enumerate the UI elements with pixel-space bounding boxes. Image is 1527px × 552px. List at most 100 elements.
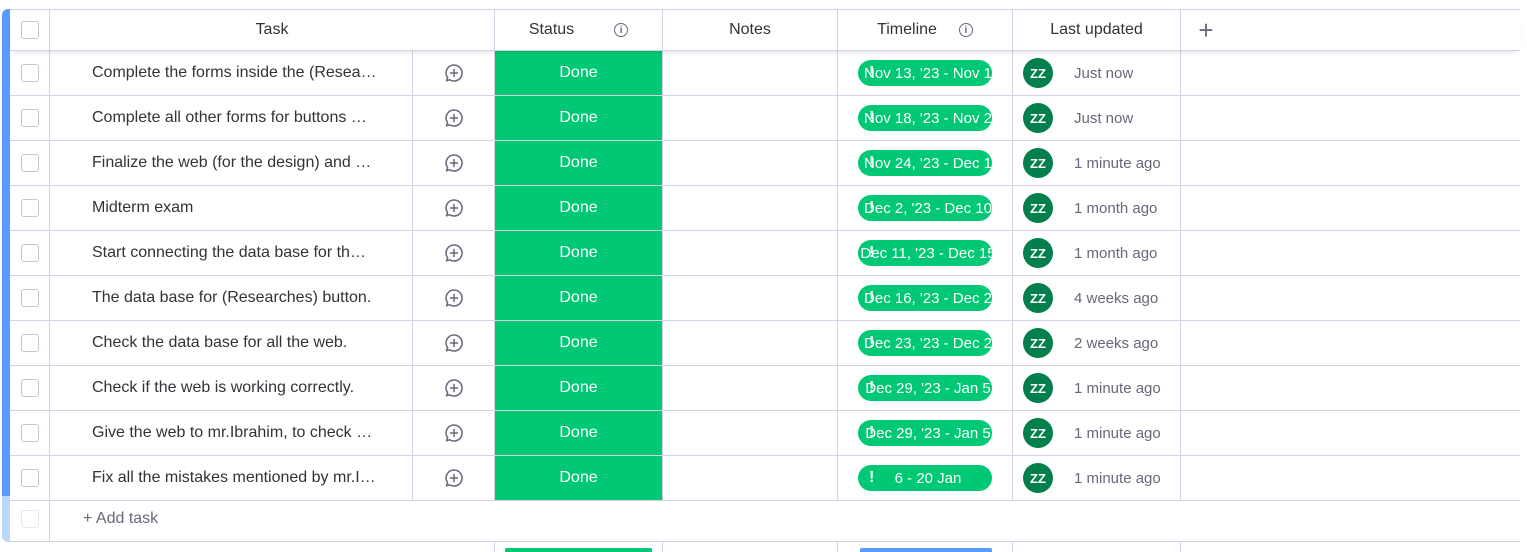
avatar[interactable]: ZZ — [1023, 373, 1053, 403]
row-checkbox[interactable] — [20, 289, 39, 307]
add-update-icon[interactable] — [444, 153, 464, 173]
conversation-cell[interactable] — [413, 141, 495, 185]
status-cell[interactable]: Done — [495, 231, 663, 275]
conversation-cell[interactable] — [413, 276, 495, 320]
status-cell[interactable]: Done — [495, 321, 663, 365]
status-cell[interactable]: Done — [495, 186, 663, 230]
timeline-summary-bar[interactable] — [860, 548, 992, 552]
table-row[interactable]: Check the data base for all the web. Done… — [10, 321, 1520, 366]
select-all-checkbox[interactable] — [20, 21, 39, 39]
add-update-icon[interactable] — [444, 468, 464, 488]
conversation-cell[interactable] — [413, 231, 495, 275]
timeline-cell[interactable]: ! Nov 24, '23 - Dec 1 — [838, 141, 1013, 185]
task-cell[interactable]: Give the web to mr.Ibrahim, to check … — [50, 411, 413, 455]
task-cell[interactable]: Complete the forms inside the (Resea… — [50, 51, 413, 95]
avatar[interactable]: ZZ — [1023, 463, 1053, 493]
column-header-last-updated[interactable]: Last updated — [1013, 10, 1181, 50]
column-header-status[interactable]: Status i — [495, 10, 663, 50]
notes-cell[interactable] — [663, 231, 838, 275]
row-checkbox[interactable] — [20, 379, 39, 397]
task-cell[interactable]: Fix all the mistakes mentioned by mr.I… — [50, 456, 413, 500]
timeline-pill[interactable]: ! Nov 13, '23 - Nov 1 — [858, 60, 992, 86]
add-column-button[interactable]: + — [1181, 10, 1231, 50]
timeline-cell[interactable]: ! Dec 16, '23 - Dec 2 — [838, 276, 1013, 320]
info-icon[interactable]: i — [958, 23, 973, 37]
notes-cell[interactable] — [663, 96, 838, 140]
add-task-button[interactable]: + Add task — [83, 496, 158, 541]
timeline-cell[interactable]: ! Nov 13, '23 - Nov 1 — [838, 51, 1013, 95]
avatar[interactable]: ZZ — [1023, 328, 1053, 358]
timeline-pill[interactable]: ! Dec 23, '23 - Dec 2 — [858, 330, 992, 356]
notes-cell[interactable] — [663, 186, 838, 230]
notes-cell[interactable] — [663, 366, 838, 410]
task-cell[interactable]: Complete all other forms for buttons … — [50, 96, 413, 140]
row-checkbox[interactable] — [20, 199, 39, 217]
task-cell[interactable]: Midterm exam — [50, 186, 413, 230]
avatar[interactable]: ZZ — [1023, 238, 1053, 268]
timeline-pill[interactable]: ! 6 - 20 Jan — [858, 465, 992, 491]
table-row[interactable]: Midterm exam Done! Dec 2, '23 - Dec 10 ZZ 1 … — [10, 186, 1520, 231]
timeline-pill[interactable]: ! Nov 18, '23 - Nov 2 — [858, 105, 992, 131]
status-cell[interactable]: Done — [495, 411, 663, 455]
info-icon[interactable]: i — [614, 23, 629, 37]
add-update-icon[interactable] — [444, 423, 464, 443]
status-cell[interactable]: Done — [495, 51, 663, 95]
table-row[interactable]: Give the web to mr.Ibrahim, to check … Do… — [10, 411, 1520, 456]
timeline-cell[interactable]: ! Dec 29, '23 - Jan 5 — [838, 366, 1013, 410]
task-cell[interactable]: Check the data base for all the web. — [50, 321, 413, 365]
timeline-pill[interactable]: ! Dec 16, '23 - Dec 2 — [858, 285, 992, 311]
column-header-timeline[interactable]: Timeline i — [838, 10, 1013, 50]
avatar[interactable]: ZZ — [1023, 418, 1053, 448]
row-checkbox[interactable] — [20, 334, 39, 352]
add-task-row[interactable]: + Add task — [10, 496, 1520, 542]
status-cell[interactable]: Done — [495, 141, 663, 185]
table-row[interactable]: Complete all other forms for buttons … Do… — [10, 96, 1520, 141]
row-checkbox[interactable] — [20, 244, 39, 262]
row-checkbox[interactable] — [20, 64, 39, 82]
table-row[interactable]: The data base for (Researches) button. Do… — [10, 276, 1520, 321]
row-checkbox[interactable] — [20, 469, 39, 487]
conversation-cell[interactable] — [413, 96, 495, 140]
table-row[interactable]: Fix all the mistakes mentioned by mr.I… D… — [10, 456, 1520, 501]
timeline-pill[interactable]: ! Dec 2, '23 - Dec 10 — [858, 195, 992, 221]
task-cell[interactable]: Finalize the web (for the design) and … — [50, 141, 413, 185]
row-checkbox[interactable] — [20, 154, 39, 172]
column-header-task[interactable]: Task — [50, 10, 495, 50]
add-update-icon[interactable] — [444, 243, 464, 263]
timeline-cell[interactable]: ! Dec 23, '23 - Dec 2 — [838, 321, 1013, 365]
timeline-pill[interactable]: ! Nov 24, '23 - Dec 1 — [858, 150, 992, 176]
row-checkbox[interactable] — [20, 109, 39, 127]
status-cell[interactable]: Done — [495, 276, 663, 320]
task-cell[interactable]: Start connecting the data base for th… — [50, 231, 413, 275]
notes-cell[interactable] — [663, 141, 838, 185]
timeline-pill[interactable]: ! Dec 29, '23 - Jan 5 — [858, 420, 992, 446]
conversation-cell[interactable] — [413, 321, 495, 365]
column-header-notes[interactable]: Notes — [663, 10, 838, 50]
timeline-cell[interactable]: ! Dec 11, '23 - Dec 15 — [838, 231, 1013, 275]
add-update-icon[interactable] — [444, 333, 464, 353]
timeline-cell[interactable]: ! Dec 29, '23 - Jan 5 — [838, 411, 1013, 455]
add-update-icon[interactable] — [444, 288, 464, 308]
table-row[interactable]: Finalize the web (for the design) and … D… — [10, 141, 1520, 186]
status-cell[interactable]: Done — [495, 366, 663, 410]
task-cell[interactable]: The data base for (Researches) button. — [50, 276, 413, 320]
timeline-pill[interactable]: ! Dec 11, '23 - Dec 15 — [858, 240, 992, 266]
notes-cell[interactable] — [663, 321, 838, 365]
notes-cell[interactable] — [663, 456, 838, 500]
status-cell[interactable]: Done — [495, 456, 663, 500]
add-update-icon[interactable] — [444, 63, 464, 83]
table-row[interactable]: Start connecting the data base for th… Do… — [10, 231, 1520, 276]
avatar[interactable]: ZZ — [1023, 283, 1053, 313]
notes-cell[interactable] — [663, 411, 838, 455]
notes-cell[interactable] — [663, 276, 838, 320]
timeline-pill[interactable]: ! Dec 29, '23 - Jan 5 — [858, 375, 992, 401]
notes-cell[interactable] — [663, 51, 838, 95]
avatar[interactable]: ZZ — [1023, 148, 1053, 178]
add-update-icon[interactable] — [444, 108, 464, 128]
conversation-cell[interactable] — [413, 456, 495, 500]
conversation-cell[interactable] — [413, 51, 495, 95]
status-cell[interactable]: Done — [495, 96, 663, 140]
add-update-icon[interactable] — [444, 198, 464, 218]
conversation-cell[interactable] — [413, 366, 495, 410]
avatar[interactable]: ZZ — [1023, 103, 1053, 133]
